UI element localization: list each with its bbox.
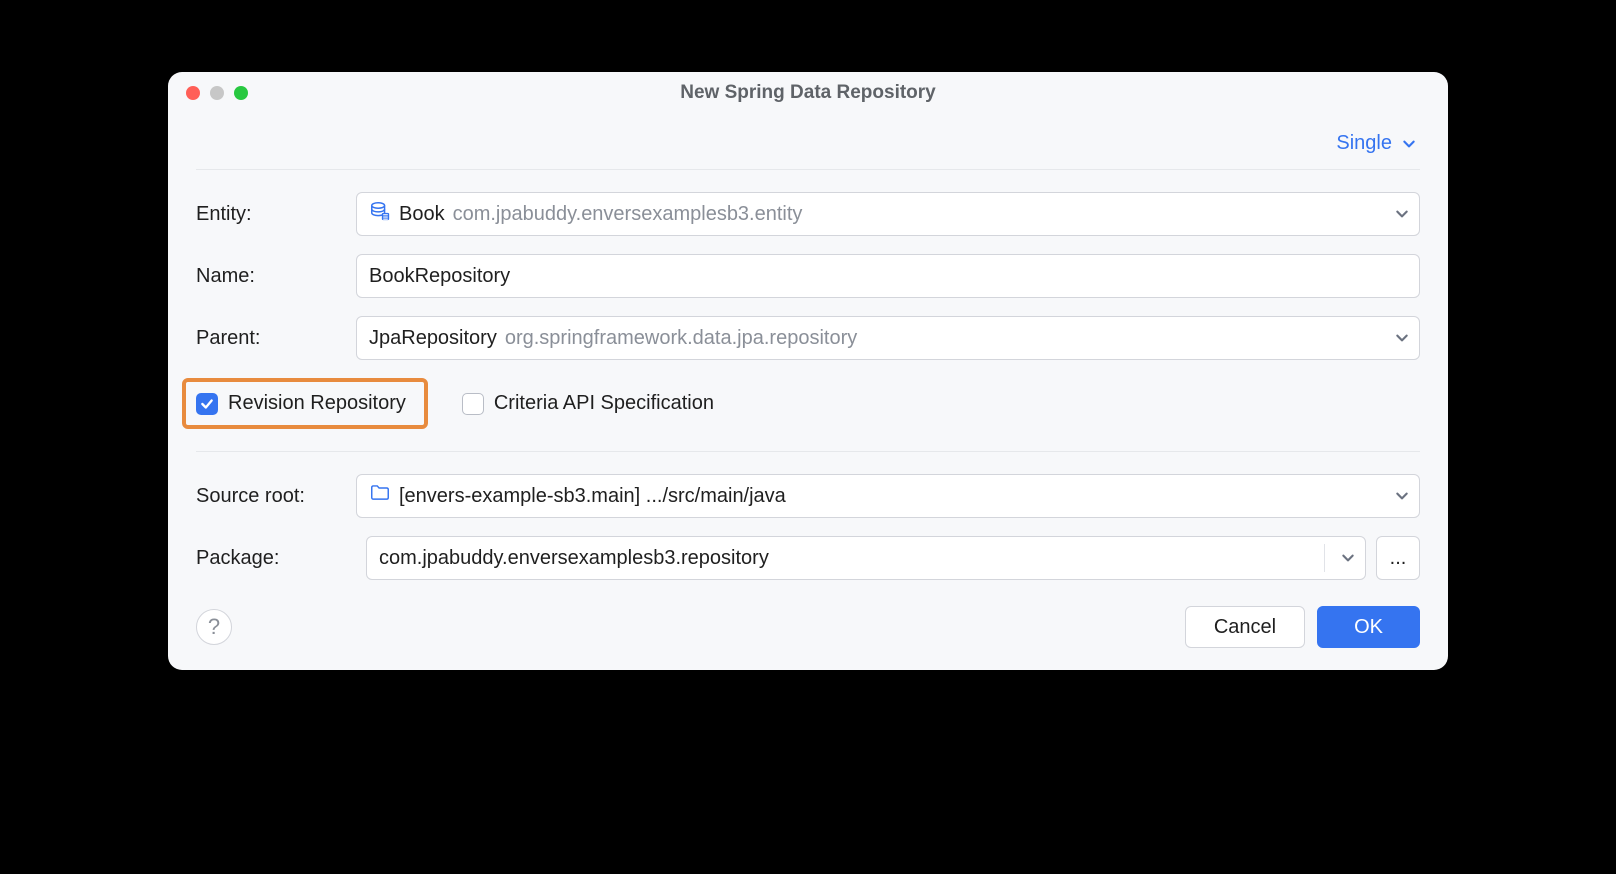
chevron-down-icon (1391, 203, 1413, 225)
separator (1324, 544, 1325, 572)
criteria-api-label: Criteria API Specification (494, 392, 714, 415)
window-controls (186, 86, 248, 100)
mode-label: Single (1336, 132, 1392, 155)
entity-name-text: Book (399, 203, 445, 226)
chevron-down-icon[interactable] (1337, 547, 1359, 569)
source-root-label: Source root: (196, 485, 356, 508)
chevron-down-icon (1398, 133, 1420, 155)
dialog-body: Single Entity: (168, 110, 1448, 670)
revision-repository-checkbox[interactable]: Revision Repository (196, 392, 406, 415)
dialog-footer: ? Cancel OK (196, 606, 1420, 648)
ok-label: OK (1354, 616, 1383, 639)
entity-package-text: com.jpabuddy.enversexamplesb3.entity (453, 203, 803, 226)
ellipsis-icon: ... (1390, 547, 1407, 570)
entity-field[interactable]: Book com.jpabuddy.enversexamplesb3.entit… (356, 192, 1420, 236)
close-window-icon[interactable] (186, 86, 200, 100)
package-field[interactable] (366, 536, 1366, 580)
titlebar: New Spring Data Repository (168, 72, 1448, 110)
checkbox-unchecked-icon (462, 393, 484, 415)
name-input[interactable] (369, 265, 1407, 288)
checkbox-checked-icon (196, 393, 218, 415)
package-label: Package: (196, 547, 356, 570)
source-root-field[interactable]: [envers-example-sb3.main] .../src/main/j… (356, 474, 1420, 518)
revision-highlight: Revision Repository (182, 378, 428, 429)
parent-name-text: JpaRepository (369, 327, 497, 350)
package-row: Package: ... (196, 536, 1420, 580)
name-label: Name: (196, 265, 356, 288)
parent-label: Parent: (196, 327, 356, 350)
folder-icon (369, 482, 391, 510)
chevron-down-icon (1391, 327, 1413, 349)
name-row: Name: (196, 254, 1420, 298)
new-repository-dialog: New Spring Data Repository Single Entity… (168, 72, 1448, 670)
package-input[interactable] (379, 547, 1308, 570)
minimize-window-icon[interactable] (210, 86, 224, 100)
chevron-down-icon (1391, 485, 1413, 507)
help-icon: ? (208, 614, 220, 640)
maximize-window-icon[interactable] (234, 86, 248, 100)
cancel-button[interactable]: Cancel (1185, 606, 1305, 648)
parent-field[interactable]: JpaRepository org.springframework.data.j… (356, 316, 1420, 360)
dialog-title: New Spring Data Repository (168, 82, 1448, 104)
revision-repository-label: Revision Repository (228, 392, 406, 415)
checkbox-row: Revision Repository Criteria API Specifi… (196, 378, 1420, 452)
entity-label: Entity: (196, 203, 356, 226)
source-root-text: [envers-example-sb3.main] .../src/main/j… (399, 485, 786, 508)
cancel-label: Cancel (1214, 616, 1276, 639)
entity-row: Entity: Book com.jpabuddy.enversexamples… (196, 192, 1420, 236)
browse-package-button[interactable]: ... (1376, 536, 1420, 580)
criteria-api-checkbox[interactable]: Criteria API Specification (462, 392, 714, 415)
ok-button[interactable]: OK (1317, 606, 1420, 648)
name-field[interactable] (356, 254, 1420, 298)
parent-package-text: org.springframework.data.jpa.repository (505, 327, 857, 350)
mode-row: Single (196, 110, 1420, 170)
entity-icon (369, 200, 391, 228)
source-root-row: Source root: [envers-example-sb3.main] .… (196, 474, 1420, 518)
help-button[interactable]: ? (196, 609, 232, 645)
parent-row: Parent: JpaRepository org.springframewor… (196, 316, 1420, 360)
mode-dropdown[interactable]: Single (1336, 132, 1420, 155)
